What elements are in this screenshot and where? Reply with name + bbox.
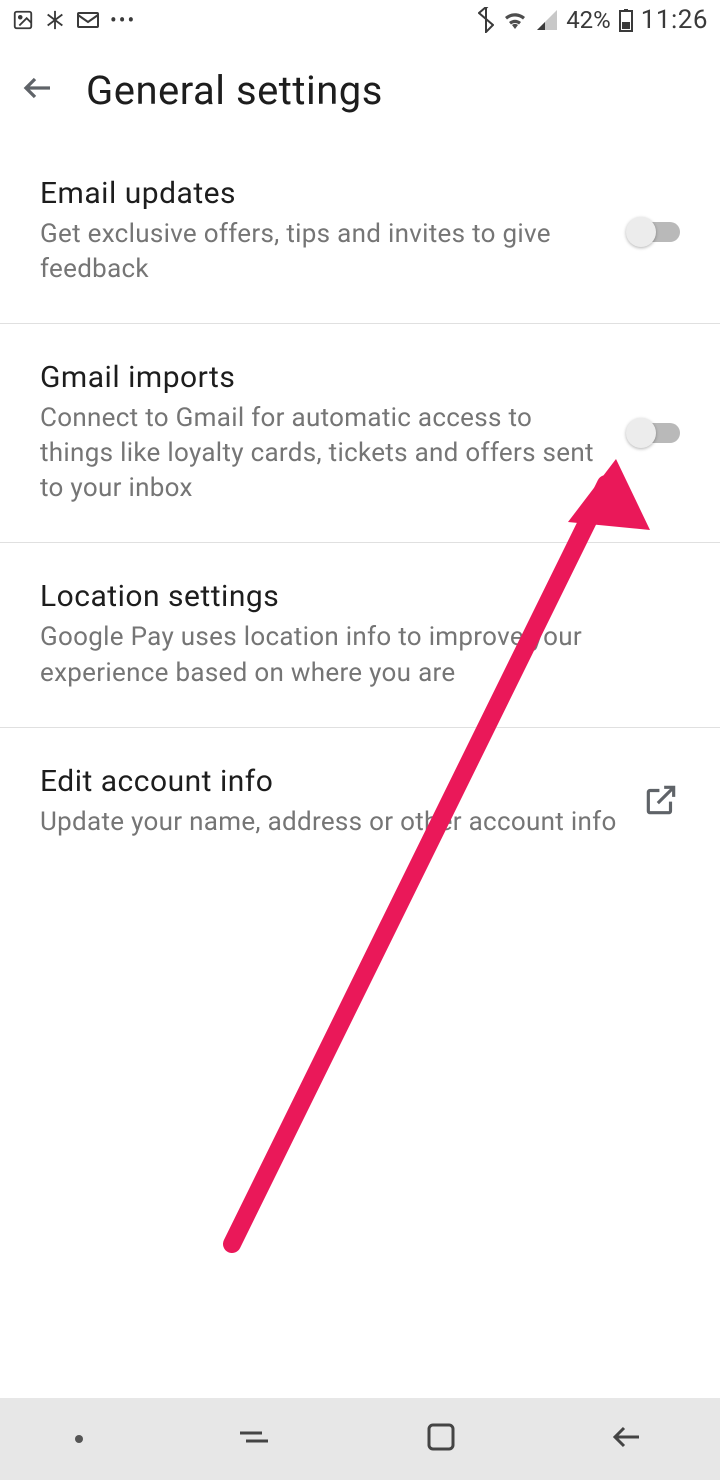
- setting-desc: Google Pay uses location info to improve…: [40, 620, 680, 690]
- more-notifications-icon: •••: [110, 8, 136, 32]
- setting-title: Gmail imports: [40, 360, 604, 395]
- setting-title: Email updates: [40, 176, 604, 211]
- gmail-imports-switch[interactable]: [628, 423, 680, 443]
- snowflake-icon: [44, 9, 66, 31]
- bluetooth-icon: [478, 7, 494, 33]
- cellular-icon: [536, 9, 558, 31]
- system-nav-bar: [0, 1398, 720, 1480]
- battery-percent: 42%: [566, 6, 611, 34]
- back-icon[interactable]: [20, 70, 56, 110]
- system-back-button[interactable]: [609, 1422, 645, 1456]
- setting-edit-account[interactable]: Edit account info Update your name, addr…: [0, 728, 720, 876]
- status-bar: ••• 42% 11:26: [0, 0, 720, 40]
- setting-title: Location settings: [40, 579, 680, 614]
- settings-list: Email updates Get exclusive offers, tips…: [0, 140, 720, 876]
- battery-icon: [619, 8, 633, 32]
- gallery-icon: [12, 9, 34, 31]
- app-bar: General settings: [0, 40, 720, 140]
- clock: 11:26: [641, 5, 708, 35]
- setting-title: Edit account info: [40, 764, 618, 799]
- open-external-icon: [642, 781, 680, 823]
- page-title: General settings: [86, 67, 383, 114]
- mail-icon: [76, 10, 100, 30]
- setting-desc: Connect to Gmail for automatic access to…: [40, 401, 604, 506]
- nav-dot: [75, 1435, 83, 1443]
- setting-desc: Update your name, address or other accou…: [40, 805, 618, 840]
- setting-location[interactable]: Location settings Google Pay uses locati…: [0, 543, 720, 727]
- wifi-icon: [502, 9, 528, 31]
- setting-gmail-imports[interactable]: Gmail imports Connect to Gmail for autom…: [0, 324, 720, 543]
- setting-desc: Get exclusive offers, tips and invites t…: [40, 217, 604, 287]
- email-updates-switch[interactable]: [628, 222, 680, 242]
- setting-email-updates[interactable]: Email updates Get exclusive offers, tips…: [0, 140, 720, 324]
- recents-button[interactable]: [234, 1423, 274, 1455]
- home-button[interactable]: [424, 1420, 458, 1458]
